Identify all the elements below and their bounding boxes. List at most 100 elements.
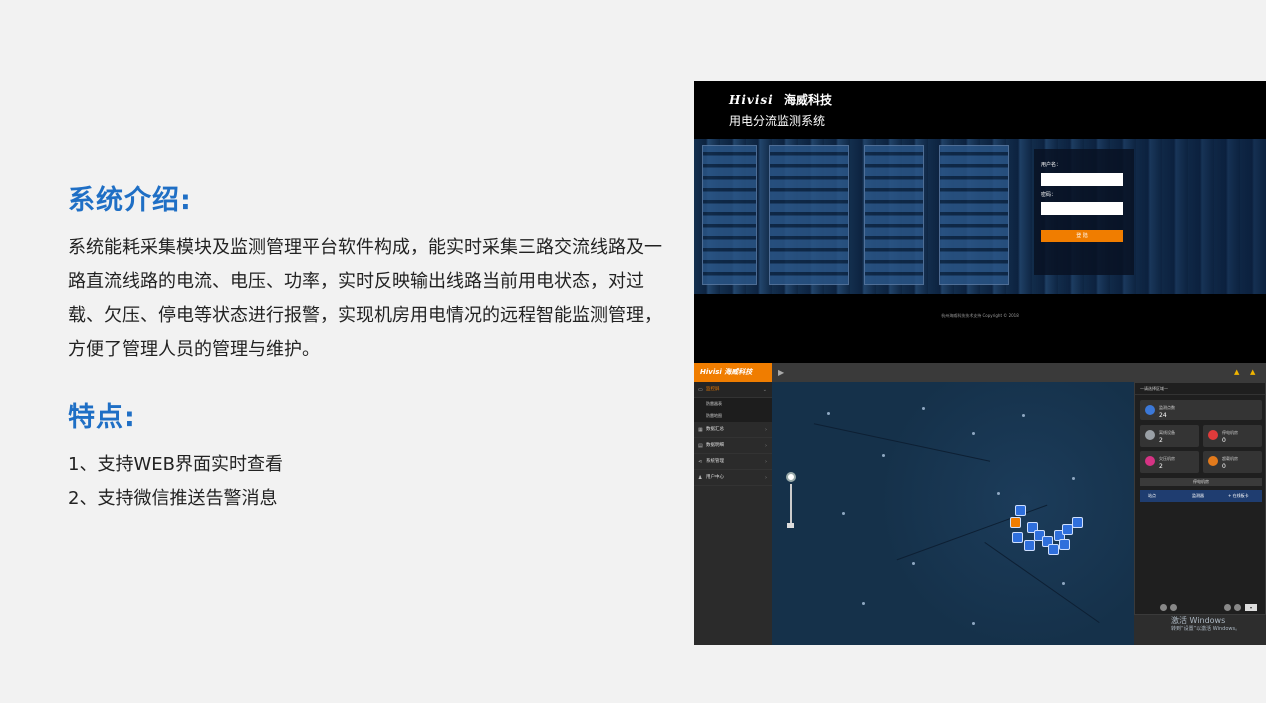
- password-input[interactable]: [1041, 202, 1123, 215]
- cloud-icon: [1145, 430, 1155, 440]
- stat-card-monitor-points: 监测点数 24: [1140, 400, 1262, 420]
- server-rack-image: [864, 145, 924, 285]
- login-form: 用户名： 密码： 登 陆: [1034, 149, 1134, 275]
- menu-item-summary[interactable]: ▦ 数据汇总 ›: [694, 422, 772, 438]
- login-screenshot: Hivisi 海威科技 用电分流监测系统 用户名： 密码： 登 陆 杭州海威科技…: [694, 81, 1266, 363]
- chevron-right-icon: ›: [765, 443, 767, 449]
- menu-item-monitor[interactable]: ▭ 监控屏 ⌄: [694, 382, 772, 398]
- menu-item-user[interactable]: ♟ 用户中心 ›: [694, 470, 772, 486]
- city-dot: [922, 407, 925, 410]
- city-dot: [972, 432, 975, 435]
- city-dot: [912, 562, 915, 565]
- chevron-right-icon: ›: [765, 459, 767, 465]
- submenu-item[interactable]: 防雷地图: [694, 410, 772, 422]
- dashboard-topbar: ▶ ▲ ▲: [772, 363, 1266, 382]
- menu-item-detail[interactable]: ▤ 数据明细 ›: [694, 438, 772, 454]
- first-page-button[interactable]: [1160, 604, 1167, 611]
- region-select[interactable]: —请选择区域—: [1135, 383, 1265, 395]
- login-header: Hivisi 海威科技 用电分流监测系统: [694, 81, 1266, 136]
- menu-label: 监控屏: [706, 387, 720, 392]
- lightning-icon: [1208, 430, 1218, 440]
- location-pin-icon[interactable]: [1015, 505, 1026, 516]
- next-page-button[interactable]: [1224, 604, 1231, 611]
- dashboard-sidebar: ▭ 监控屏 ⌄ 防雷器表 防雷地图 ▦ 数据汇总 › ▤ 数据明细 › ⋖ 系统…: [694, 382, 772, 645]
- table-header: 站点 监测器 + 在线板卡: [1140, 490, 1262, 502]
- chart-icon: ▦: [698, 427, 703, 433]
- intro-text: 系统能耗采集模块及监测管理平台软件构成，能实时采集三路交流线路及一路直流线路的电…: [68, 237, 662, 360]
- chevron-right-icon: ›: [765, 427, 767, 433]
- warning-icon[interactable]: ▲: [1234, 368, 1239, 376]
- stat-label: 欠压机房: [1159, 456, 1175, 461]
- last-page-button[interactable]: [1234, 604, 1241, 611]
- page-size-select[interactable]: ▾: [1245, 604, 1257, 611]
- chevron-right-icon: ›: [765, 475, 767, 481]
- features-heading: 特点:: [68, 402, 136, 433]
- outage-rooms-button[interactable]: 停电机房: [1140, 478, 1262, 486]
- column-header: 站点: [1148, 493, 1156, 498]
- pagination: ▾: [1160, 604, 1266, 612]
- user-icon: ♟: [698, 475, 703, 481]
- login-button[interactable]: 登 陆: [1041, 230, 1123, 242]
- dashboard-screenshot: Hivisi 海威科技 ▶ ▲ ▲ ▭ 监控屏 ⌄ 防雷器表 防雷地图 ▦ 数据…: [694, 363, 1266, 645]
- collapse-arrow-icon[interactable]: ▶: [778, 368, 784, 377]
- location-pin-icon[interactable]: [1059, 539, 1070, 550]
- dashboard-logo: Hivisi 海威科技: [694, 363, 772, 382]
- server-rack-image: [702, 145, 757, 285]
- warning-icon[interactable]: ▲: [1250, 368, 1255, 376]
- stat-value: 0: [1222, 437, 1226, 444]
- column-header: 监测器: [1192, 493, 1204, 498]
- location-pin-icon[interactable]: [1012, 532, 1023, 543]
- chevron-down-icon: ⌄: [762, 387, 767, 393]
- zoom-slider[interactable]: [790, 484, 792, 524]
- share-icon: ⋖: [698, 459, 703, 465]
- server-rack-image: [939, 145, 1009, 285]
- menu-item-system[interactable]: ⋖ 系统管理 ›: [694, 454, 772, 470]
- stat-label: 超载机房: [1222, 456, 1238, 461]
- system-title: 用电分流监测系统: [729, 114, 826, 128]
- server-rack-image: [769, 145, 849, 285]
- feature-item: 2、支持微信推送告警消息: [68, 488, 278, 509]
- menu-label: 系统管理: [706, 459, 724, 464]
- column-header: + 在线板卡: [1228, 493, 1249, 498]
- power-icon: [1208, 456, 1218, 466]
- menu-label: 数据汇总: [706, 427, 724, 432]
- city-dot: [997, 492, 1000, 495]
- menu-label: 数据明细: [706, 443, 724, 448]
- copyright-text: 杭州海威科技技术支持 Copyright © 2018: [941, 313, 1019, 318]
- stat-value: 2: [1159, 463, 1163, 470]
- submenu-item[interactable]: 防雷器表: [694, 398, 772, 410]
- stat-label: 监测点数: [1159, 405, 1175, 410]
- map-pan-control[interactable]: [786, 472, 796, 482]
- zoom-out-button[interactable]: [787, 523, 794, 528]
- grid-icon: ▤: [698, 443, 703, 449]
- brand-logo: Hivisi: [729, 93, 774, 107]
- location-pin-icon[interactable]: [1010, 517, 1021, 528]
- river-line: [984, 541, 1100, 624]
- username-label: 用户名：: [1041, 162, 1062, 168]
- city-dot: [1062, 582, 1065, 585]
- city-dot: [827, 412, 830, 415]
- windows-watermark-sub: 转到“设置”以激活 Windows。: [1171, 626, 1241, 632]
- city-dot: [882, 454, 885, 457]
- river-line: [813, 423, 991, 462]
- city-dot: [862, 602, 865, 605]
- stat-value: 0: [1222, 463, 1226, 470]
- intro-heading: 系统介绍:: [68, 185, 192, 216]
- monitor-icon: ▭: [698, 387, 703, 393]
- intro-section: 系统介绍: 系统能耗采集模块及监测管理平台软件构成，能实时采集三路交流线路及一路…: [68, 178, 668, 516]
- stat-card-overload: 超载机房 0: [1203, 451, 1262, 473]
- username-input[interactable]: [1041, 173, 1123, 186]
- stat-value: 2: [1159, 437, 1163, 444]
- feature-item: 1、支持WEB界面实时查看: [68, 454, 283, 475]
- features-list: 1、支持WEB界面实时查看 2、支持微信推送告警消息: [68, 448, 668, 516]
- prev-page-button[interactable]: [1170, 604, 1177, 611]
- stat-card-offline: 离线设备 2: [1140, 425, 1199, 447]
- stats-panel: —请选择区域— 监测点数 24 离线设备 2 停电机房 0 欠压机房 2 超载机…: [1134, 382, 1266, 615]
- location-pin-icon[interactable]: [1024, 540, 1035, 551]
- server-room-banner: 用户名： 密码： 登 陆: [694, 139, 1266, 294]
- location-pin-icon[interactable]: [1048, 544, 1059, 555]
- map-view[interactable]: [772, 382, 1134, 645]
- city-dot: [1022, 414, 1025, 417]
- menu-label: 用户中心: [706, 475, 724, 480]
- location-pin-icon[interactable]: [1072, 517, 1083, 528]
